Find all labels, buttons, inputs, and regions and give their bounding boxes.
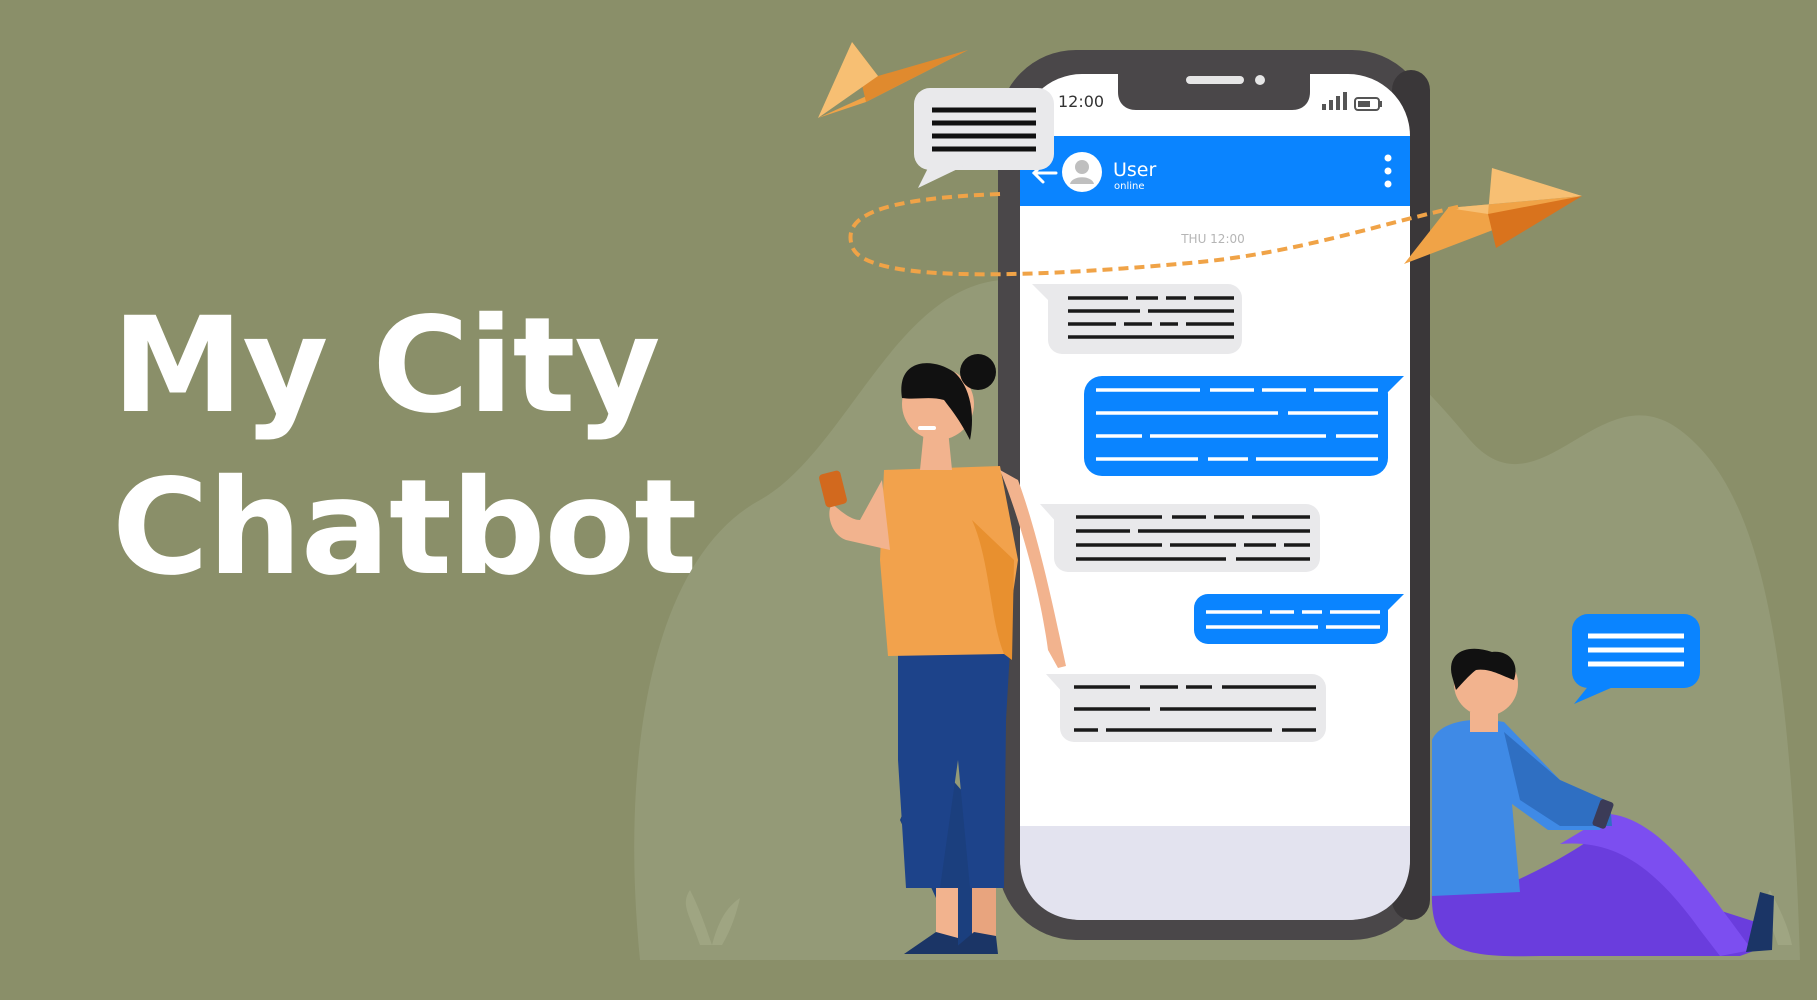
chat-message-sent-1 [1084, 376, 1404, 476]
status-time: 12:00 [1058, 92, 1104, 111]
chat-message-received-2 [1040, 504, 1320, 572]
chat-message-received-3 [1046, 674, 1326, 742]
chat-message-sent-2 [1194, 594, 1404, 644]
poster-canvas: My City Chatbot 12:00 User online THU 12… [0, 0, 1817, 1000]
vertical-dots-icon[interactable] [1384, 154, 1392, 188]
phone-speaker [1186, 76, 1244, 84]
phone-camera [1255, 75, 1265, 85]
illustration: 12:00 User online THU 12:00 [634, 42, 1800, 960]
date-separator: THU 12:00 [1180, 232, 1245, 246]
user-avatar-icon [1062, 152, 1102, 192]
paper-plane-icon-right [1404, 168, 1582, 264]
chat-message-received-1 [1032, 284, 1242, 354]
phone-screen-footer [1020, 826, 1410, 920]
contact-status: online [1114, 181, 1145, 192]
contact-name: User [1113, 159, 1156, 181]
